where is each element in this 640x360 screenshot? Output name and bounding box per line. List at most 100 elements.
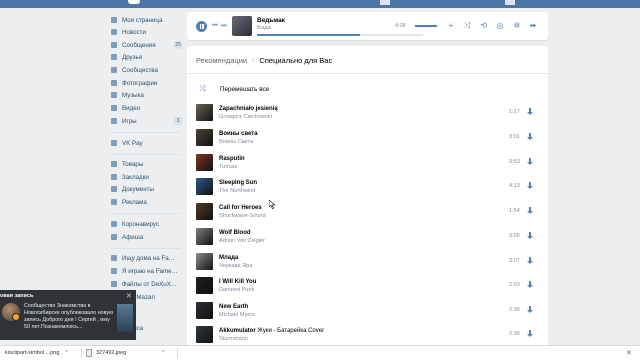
track-row[interactable]: I Will Kill You Damned Punk 2:03 xyxy=(195,275,540,297)
communities-icon xyxy=(111,67,117,73)
track-artist[interactable]: Воины Света xyxy=(219,139,253,145)
sidebar-item-vk-pay[interactable]: VK Pay xyxy=(108,138,183,148)
download-icon[interactable] xyxy=(527,108,533,116)
download-item[interactable]: 327492.jpeg ^ xyxy=(86,348,165,358)
download-icon[interactable] xyxy=(527,158,533,166)
track-row[interactable]: New Earth Michael Myers 2:35 xyxy=(195,300,540,322)
track-artist[interactable]: Michael Myers xyxy=(219,312,255,318)
track-artist[interactable]: Adrian Von Ziegler xyxy=(219,238,265,244)
track-row[interactable]: Akkumulator Жуки - Батарейка Cover Sturmm… xyxy=(195,324,540,346)
track-title: Wolf Blood xyxy=(219,230,251,236)
track-row[interactable]: Воины света Воины Света 3:01 xyxy=(195,127,540,149)
news-icon xyxy=(111,29,117,35)
photo-icon xyxy=(111,80,117,86)
sidebar-item-coronavirus[interactable]: Коронавирус xyxy=(108,219,183,229)
sidebar-item-my-page[interactable]: Моя страница xyxy=(108,15,183,25)
similar-icon[interactable]: ✲ xyxy=(512,21,522,31)
now-playing-time: 4:08 xyxy=(395,23,406,29)
sidebar-item-label: Реклама xyxy=(122,198,147,206)
sidebar-item-label: Новости xyxy=(122,28,146,36)
close-downloads-icon[interactable]: ✕ xyxy=(626,349,632,357)
sidebar-item-group[interactable]: Файлы от DeXuX… xyxy=(108,279,183,289)
sidebar-item-label: Я играю на Fame… xyxy=(122,267,178,275)
notification-badge-icon xyxy=(12,313,20,321)
shuffle-icon[interactable]: ⤨ xyxy=(462,21,472,31)
track-artist[interactable]: Turisas xyxy=(219,164,237,170)
chevron-up-icon[interactable]: ^ xyxy=(162,350,164,356)
download-icon[interactable] xyxy=(527,207,533,215)
broadcast-icon[interactable]: ◎ xyxy=(495,21,505,31)
track-artist[interactable]: Sturmmann xyxy=(219,336,248,342)
sidebar-item-afisha[interactable]: Афиша xyxy=(108,232,183,242)
repeat-icon[interactable]: ⟲ xyxy=(479,21,489,31)
track-artist[interactable]: Shockwave-Sound xyxy=(219,213,266,219)
shuffle-all-button[interactable]: ⤨ Перемешать все xyxy=(199,84,269,94)
vk-logo[interactable] xyxy=(124,0,144,8)
file-icon xyxy=(86,349,92,357)
sidebar-item-music[interactable]: Музыка xyxy=(108,90,183,100)
track-row[interactable]: Sleeping Sun The Northwind 4:13 xyxy=(195,176,540,198)
track-cover xyxy=(196,129,213,146)
sidebar-item-games[interactable]: Игры 3 xyxy=(108,116,183,126)
download-icon[interactable] xyxy=(527,182,533,190)
sidebar-item-ads[interactable]: Реклама xyxy=(108,197,183,207)
track-artist[interactable]: Grzegorz Ciechowski xyxy=(219,114,272,120)
new-post-notification[interactable]: овая запись ✕ Сообщество Знакомства в Но… xyxy=(0,290,136,340)
sidebar-item-label: Коронавирус xyxy=(122,220,160,228)
track-duration: 2:35 xyxy=(509,331,520,337)
sidebar-item-news[interactable]: Новости xyxy=(108,27,183,37)
close-icon[interactable]: ✕ xyxy=(126,292,132,300)
share-icon[interactable]: ➦ xyxy=(528,21,538,31)
chevron-up-icon[interactable]: ^ xyxy=(65,350,67,356)
next-track-icon[interactable]: ⏭ xyxy=(221,23,227,29)
volume-slider[interactable] xyxy=(415,25,437,27)
track-row[interactable]: Wolf Blood Adrian Von Ziegler 3:05 xyxy=(195,226,540,248)
download-icon[interactable] xyxy=(527,330,533,338)
header-tool-icon[interactable] xyxy=(505,0,515,5)
pause-button[interactable] xyxy=(196,21,207,32)
sidebar-item-group[interactable]: Ищу дома на Fa… xyxy=(108,253,183,263)
sidebar-item-label: Документы xyxy=(122,185,154,193)
header-tool-icon[interactable] xyxy=(380,0,390,5)
now-playing-artist[interactable]: Вада xyxy=(257,25,271,31)
track-artist[interactable]: The Northwind xyxy=(219,188,255,194)
track-artist[interactable]: Damned Punk xyxy=(219,287,254,293)
sidebar-item-label: Товары xyxy=(122,160,144,168)
sidebar-item-communities[interactable]: Сообщества xyxy=(108,65,183,75)
download-file-name: 327492.jpeg xyxy=(96,350,127,356)
track-row[interactable]: Млада Черкава Яра 3:07 xyxy=(195,251,540,273)
previous-track-icon[interactable]: ⏮ xyxy=(212,23,218,29)
audio-player: ⏮ ⏭ Ведьмак Вада 4:08 + ⤨ ⟲ ◎ ✲ ➦ xyxy=(187,12,548,40)
track-row[interactable]: Call for Heroes Shockwave-Sound 1:54 xyxy=(195,201,540,223)
sidebar-item-messages[interactable]: Сообщения 25 xyxy=(108,40,183,50)
add-icon[interactable]: + xyxy=(446,21,456,31)
track-row[interactable]: Rasputin Turisas 3:53 xyxy=(195,152,540,174)
track-row[interactable]: Zapachniało jesienią Grzegorz Ciechowski 1… xyxy=(195,102,540,124)
track-artist[interactable]: Черкава Яра xyxy=(219,263,252,269)
download-icon[interactable] xyxy=(527,232,533,240)
sidebar-item-label: Друзья xyxy=(122,53,143,61)
sidebar-item-group[interactable]: Я играю на Fame… xyxy=(108,266,183,276)
track-title: Call for Heroes xyxy=(219,205,262,211)
playback-progress-bar[interactable] xyxy=(257,34,423,36)
sidebar-item-label: Сообщения xyxy=(122,41,156,49)
sidebar-item-label: Видео xyxy=(122,104,141,112)
sidebar-item-friends[interactable]: Друзья xyxy=(108,52,183,62)
sidebar-divider xyxy=(111,213,181,214)
chevron-right-icon: › xyxy=(252,56,255,64)
sidebar-item-bookmarks[interactable]: Закладки xyxy=(108,172,183,182)
download-icon[interactable] xyxy=(527,306,533,314)
top-navigation-bar xyxy=(0,0,640,8)
download-icon[interactable] xyxy=(527,257,533,265)
sidebar-item-video[interactable]: Видео xyxy=(108,103,183,113)
sidebar-item-goods[interactable]: Товары xyxy=(108,159,183,169)
download-icon[interactable] xyxy=(527,133,533,141)
track-duration: 3:07 xyxy=(509,258,520,264)
sidebar-item-documents[interactable]: Документы xyxy=(108,184,183,194)
download-item[interactable]: kisclipart-simbol....png ^ xyxy=(5,348,68,358)
goods-icon xyxy=(111,161,117,167)
sidebar-item-photos[interactable]: Фотографии xyxy=(108,78,183,88)
breadcrumb-recommendations-link[interactable]: Рекомендации xyxy=(196,56,247,65)
sidebar-item-label: Игры xyxy=(122,117,137,125)
download-icon[interactable] xyxy=(527,281,533,289)
